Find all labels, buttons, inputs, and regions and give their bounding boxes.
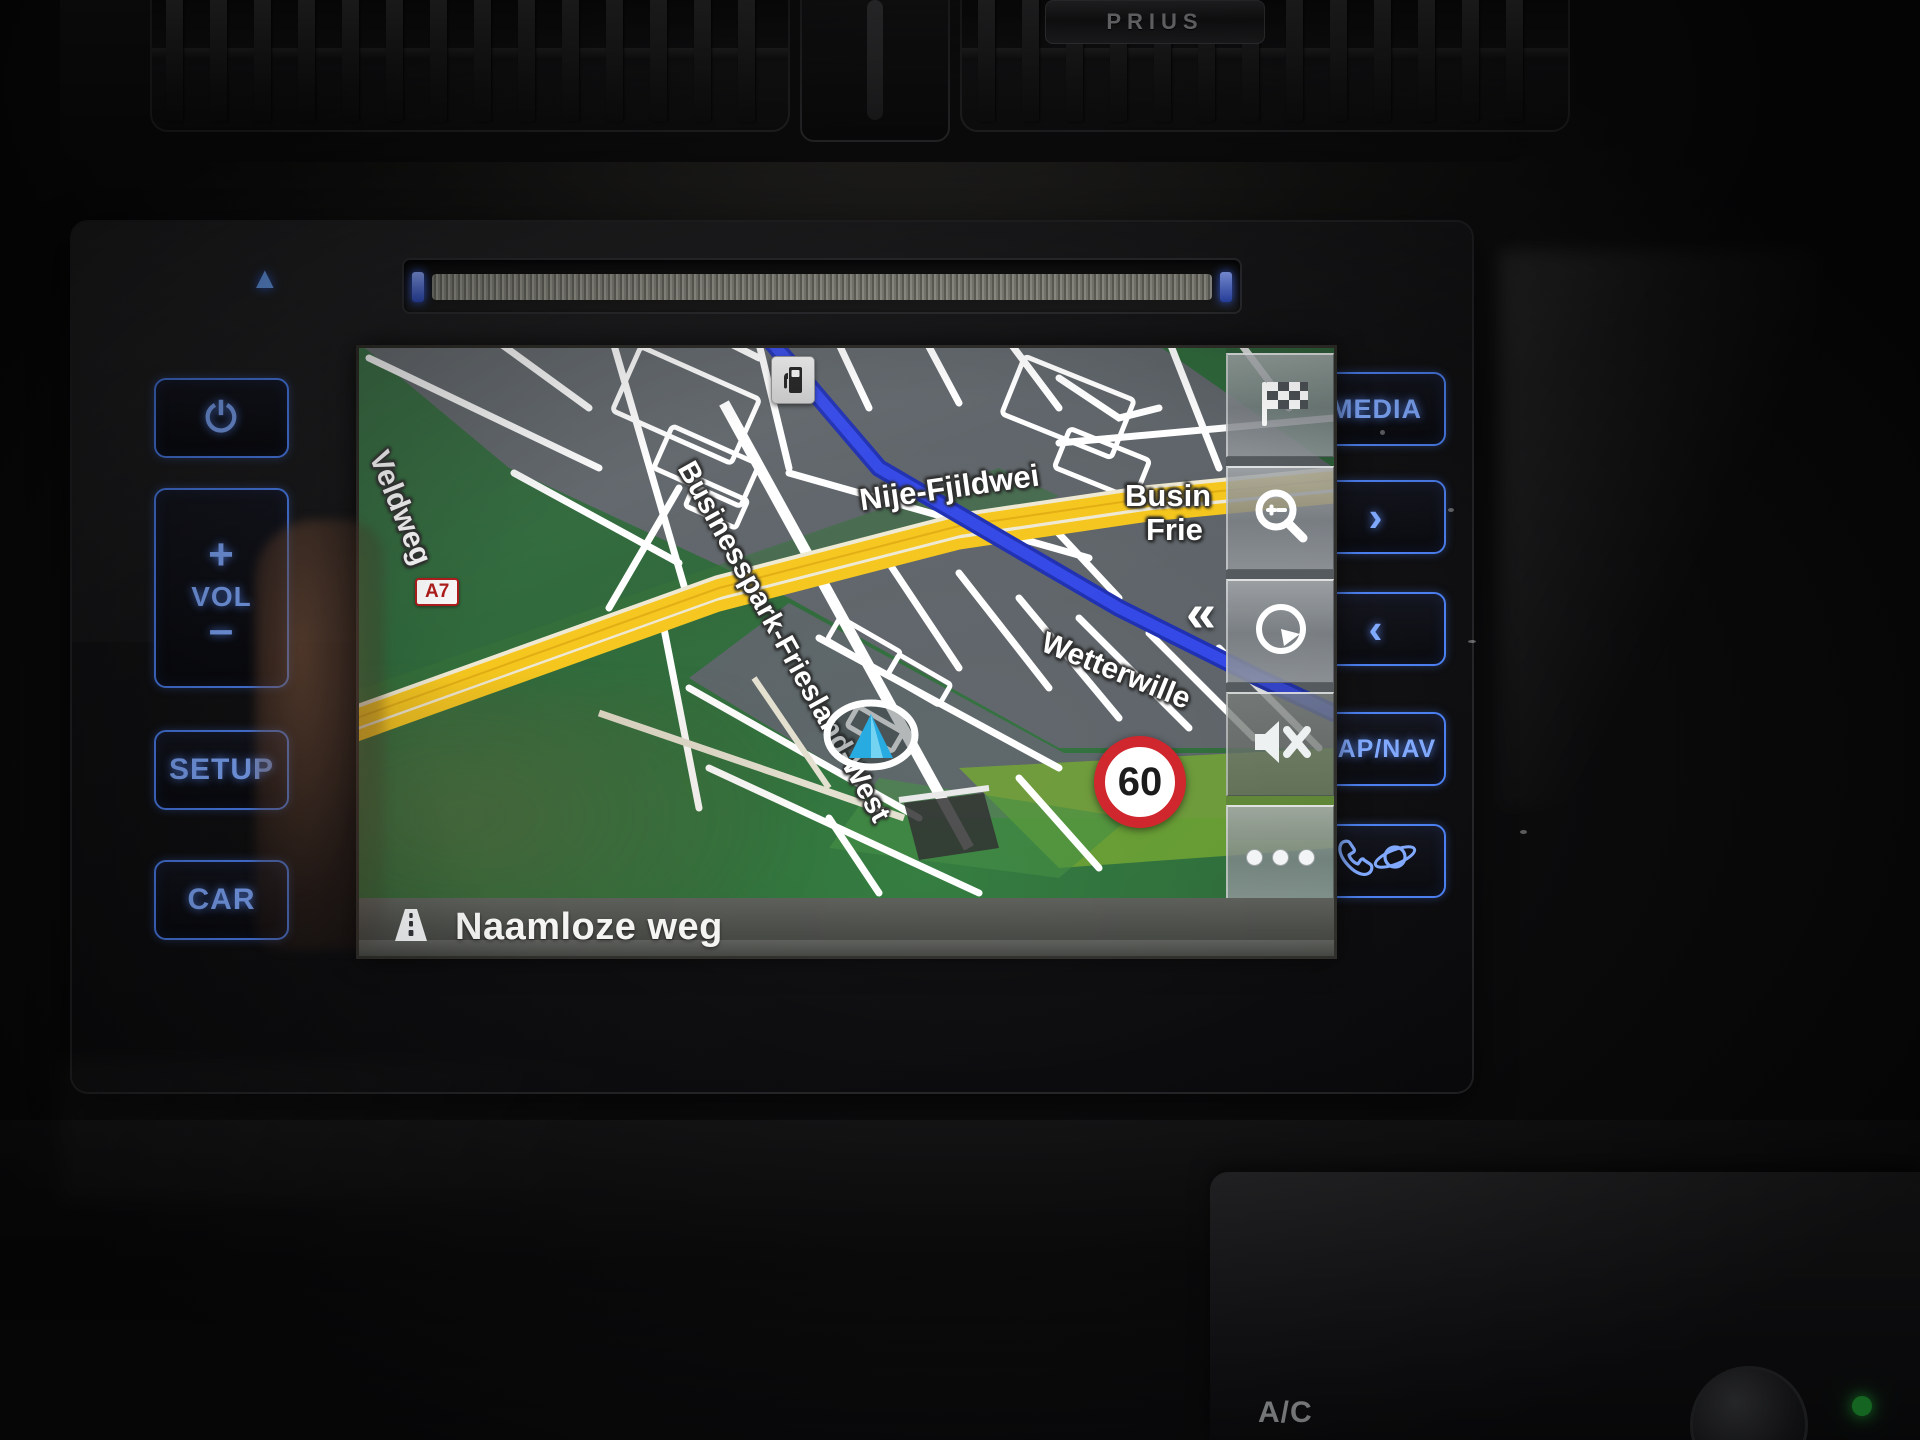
- soft-button-column: [1226, 353, 1334, 898]
- map-orientation-button[interactable]: [1226, 579, 1334, 683]
- setup-button[interactable]: SETUP: [154, 730, 289, 810]
- air-vent-left: [150, 0, 790, 132]
- gps-arrow-icon: [823, 699, 919, 771]
- climate-status-led: [1852, 1396, 1872, 1416]
- screenshot-root: PRIUS ▲ ⏻ + VOL – SETUP CAR MEDIA › ‹ MA…: [0, 0, 1920, 1440]
- prius-badge: PRIUS: [1045, 0, 1265, 44]
- ac-label: A/C: [1258, 1396, 1313, 1429]
- climate-control-panel[interactable]: [1210, 1172, 1920, 1440]
- current-road-name: Naamloze weg: [455, 905, 723, 948]
- vent-direction-knob[interactable]: [800, 0, 950, 142]
- power-button[interactable]: ⏻: [154, 378, 289, 458]
- volume-up-icon[interactable]: +: [208, 533, 235, 577]
- fuel-station-poi[interactable]: [771, 356, 815, 404]
- cd-slot-led-left: [412, 272, 424, 302]
- volume-button[interactable]: + VOL –: [154, 488, 289, 688]
- air-vent-assembly: PRIUS: [60, 0, 1570, 162]
- head-unit: ▲ ⏻ + VOL – SETUP CAR MEDIA › ‹ MAP/NAV: [72, 222, 1548, 1255]
- zoom-button[interactable]: [1226, 466, 1334, 570]
- fuel-pump-icon: [784, 367, 802, 393]
- road-perspective-icon: [389, 903, 433, 952]
- three-dots-icon: [1246, 849, 1315, 866]
- checkered-flag-icon: [1250, 372, 1312, 439]
- car-button[interactable]: CAR: [154, 860, 289, 940]
- magnifier-plus-minus-icon: [1250, 485, 1312, 552]
- eject-icon[interactable]: ▲: [250, 264, 280, 294]
- speaker-mute-icon: [1249, 714, 1313, 775]
- cd-slot-felt: [432, 274, 1212, 300]
- road-shield-a7: A7: [415, 578, 460, 606]
- current-road-status-bar: Naamloze weg: [359, 898, 1334, 956]
- volume-down-icon[interactable]: –: [209, 607, 234, 652]
- cd-slot-led-right: [1220, 272, 1232, 302]
- mute-guidance-button[interactable]: [1226, 692, 1334, 796]
- destination-button[interactable]: [1226, 353, 1334, 457]
- cd-slot[interactable]: [402, 258, 1242, 314]
- compass-north-icon: [1250, 598, 1312, 665]
- collapse-panel-button[interactable]: «: [1186, 586, 1216, 640]
- vehicle-position-marker: [823, 698, 919, 772]
- navigation-map[interactable]: Veldweg Nije-Fjildwei Businesspark-Fries…: [359, 348, 1334, 898]
- speed-limit-sign: 60: [1094, 736, 1186, 828]
- more-options-button[interactable]: [1226, 805, 1334, 898]
- phone-satellite-icon: [1333, 837, 1419, 885]
- power-icon: ⏻: [205, 395, 238, 440]
- infotainment-screen[interactable]: Veldweg Nije-Fjildwei Businesspark-Fries…: [359, 348, 1334, 956]
